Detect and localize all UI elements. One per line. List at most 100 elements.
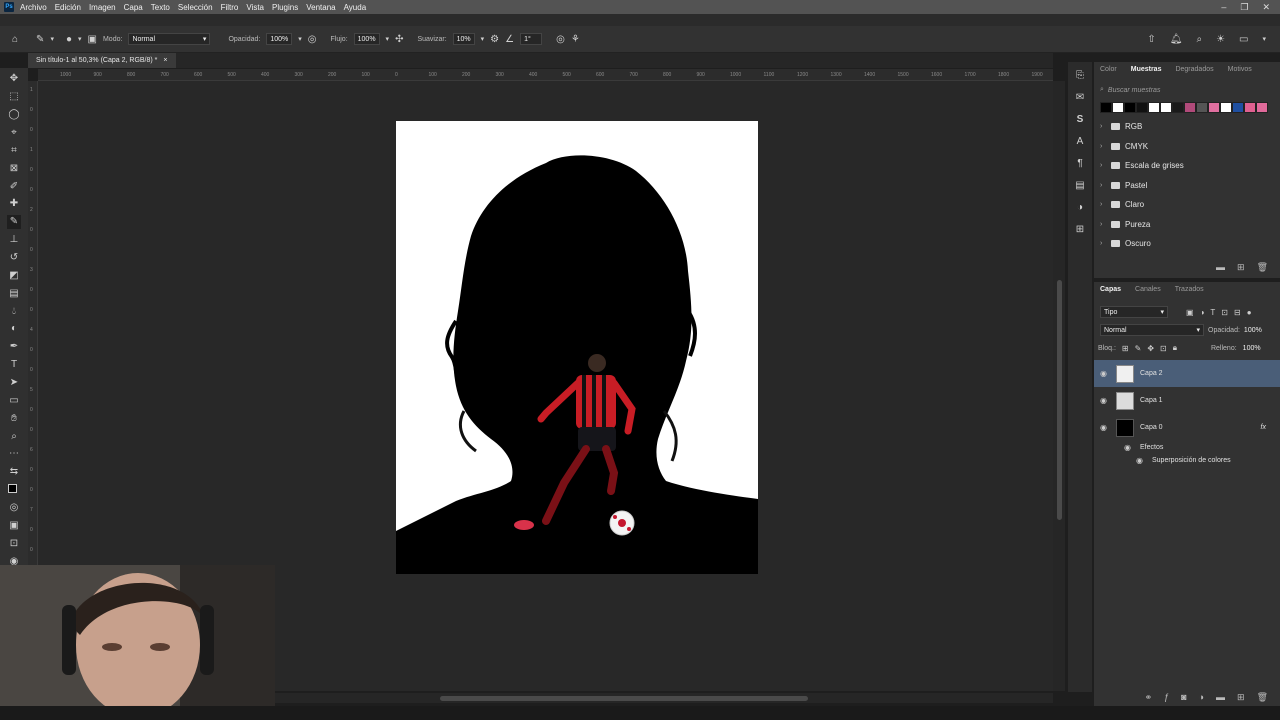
frame-tool-icon[interactable]: ⊠	[7, 161, 21, 175]
layer-fx-badge[interactable]: fx	[1261, 424, 1266, 431]
crop-tool-icon[interactable]: ⌗	[7, 143, 21, 157]
swatch-folder-claro[interactable]: › Claro	[1094, 195, 1280, 215]
filter-shape-icon[interactable]: ⊡	[1221, 308, 1228, 317]
tab-capas[interactable]: Capas	[1100, 286, 1121, 296]
menu-item-ventana[interactable]: Ventana	[306, 3, 335, 12]
blur-tool-icon[interactable]: 💧︎	[7, 304, 21, 318]
swatch-folder-cmyk[interactable]: › CMYK	[1094, 137, 1280, 157]
restore-button[interactable]: ❐	[1240, 2, 1248, 13]
color-swatch[interactable]	[1208, 102, 1220, 113]
home-icon[interactable]: ⌂	[12, 34, 18, 45]
opacity-input[interactable]: 100%	[266, 33, 293, 45]
visibility-eye-icon[interactable]: ◉	[1136, 456, 1146, 465]
chevron-down-icon[interactable]: ▾	[481, 35, 485, 43]
color-swatch[interactable]	[1136, 102, 1148, 113]
menu-item-imagen[interactable]: Imagen	[89, 3, 116, 12]
menu-item-archivo[interactable]: Archivo	[20, 3, 47, 12]
frame-view-icon[interactable]: ⊡	[7, 536, 21, 550]
libraries-panel-icon[interactable]: ▤	[1073, 178, 1087, 192]
tab-motivos[interactable]: Motivos	[1228, 66, 1252, 76]
color-swatch[interactable]	[1124, 102, 1136, 113]
bell-icon[interactable]: 🔔︎	[1170, 34, 1183, 45]
tab-degradados[interactable]: Degradados	[1175, 66, 1213, 76]
new-layer-icon[interactable]: ⊞	[1237, 692, 1245, 703]
trash-icon[interactable]: 🗑︎	[1257, 692, 1268, 703]
menu-item-vista[interactable]: Vista	[246, 3, 264, 12]
color-swatch[interactable]	[1256, 102, 1268, 113]
chevron-down-icon[interactable]: ▾	[50, 35, 54, 43]
swatch-folder-oscuro[interactable]: › Oscuro	[1094, 234, 1280, 254]
lasso-tool-icon[interactable]: ◯	[7, 108, 21, 122]
angle-input[interactable]: 1°	[520, 33, 543, 45]
layer-name[interactable]: Capa 0	[1140, 424, 1163, 431]
layer-name[interactable]: Capa 1	[1140, 397, 1163, 404]
color-swatch[interactable]	[1160, 102, 1172, 113]
lock-all-icon[interactable]: 🔒︎	[1173, 343, 1177, 353]
link-layers-icon[interactable]: ⚭	[1145, 692, 1153, 703]
move-tool-icon[interactable]: ✥	[7, 72, 21, 86]
document-canvas[interactable]	[396, 121, 758, 574]
lock-artboard-icon[interactable]: ⊡	[1160, 344, 1167, 353]
swatches-search[interactable]: ⌕ Buscar muestras	[1100, 84, 1274, 96]
stock-panel-icon[interactable]: S	[1073, 112, 1087, 126]
color-swatch[interactable]	[1172, 102, 1184, 113]
blend-mode-select[interactable]: Normal ▾	[1100, 324, 1204, 336]
color-swatch[interactable]	[1196, 102, 1208, 113]
zoom-tool-icon[interactable]: ⌕	[7, 429, 21, 443]
swatch-folder-pureza[interactable]: › Pureza	[1094, 215, 1280, 235]
marquee-tool-icon[interactable]: ⬚	[7, 90, 21, 104]
search-icon[interactable]: ⌕	[1196, 34, 1202, 45]
healing-brush-tool-icon[interactable]: ✚	[7, 197, 21, 211]
filter-pixel-icon[interactable]: ▣	[1186, 308, 1194, 317]
foreground-color-swatch[interactable]	[8, 483, 17, 493]
flow-input[interactable]: 100%	[353, 33, 380, 45]
properties-panel-icon[interactable]: ⊞	[1073, 222, 1087, 236]
gradient-tool-icon[interactable]: ▤	[7, 286, 21, 300]
add-mask-icon[interactable]: ◙	[1181, 692, 1186, 703]
tab-canales[interactable]: Canales	[1135, 286, 1161, 296]
color-swatch[interactable]	[1232, 102, 1244, 113]
menu-item-filtro[interactable]: Filtro	[221, 3, 239, 12]
brush-tool-icon[interactable]: ✎	[7, 214, 21, 229]
hand-tool-icon[interactable]: ✋︎	[7, 411, 21, 425]
filter-toggle-icon[interactable]: ●	[1247, 308, 1252, 317]
airbrush-icon[interactable]: ✣	[395, 34, 403, 45]
layer-name[interactable]: Capa 2	[1140, 370, 1163, 377]
filter-adjustment-icon[interactable]: ◑	[1200, 308, 1205, 317]
comments-panel-icon[interactable]: ✉	[1073, 90, 1087, 104]
vertical-scrollbar-thumb[interactable]	[1057, 280, 1062, 520]
lock-pixels-icon[interactable]: ✎	[1135, 344, 1142, 353]
color-swatch[interactable]	[1184, 102, 1196, 113]
tab-color[interactable]: Color	[1100, 66, 1117, 76]
gear-icon[interactable]: ⚙	[490, 34, 499, 45]
color-swatch[interactable]	[1244, 102, 1256, 113]
quick-mask-icon[interactable]: ◎	[7, 501, 21, 515]
chevron-down-icon[interactable]: ▾	[1262, 34, 1266, 45]
share-icon[interactable]: ⇧	[1147, 34, 1155, 45]
brush-icon[interactable]: ✎	[36, 34, 44, 45]
eraser-tool-icon[interactable]: ◩	[7, 268, 21, 282]
fill-value[interactable]: 100%	[1243, 345, 1261, 352]
object-selection-tool-icon[interactable]: ⌖	[7, 126, 21, 140]
lock-position-icon[interactable]: ✥	[1147, 344, 1154, 353]
brush-settings-icon[interactable]: ▣	[88, 34, 97, 45]
character-panel-icon[interactable]: A	[1073, 134, 1087, 148]
effect-row-color-overlay[interactable]: ◉ Superposición de colores	[1094, 454, 1280, 467]
color-swatch[interactable]	[1220, 102, 1232, 113]
color-swatches-icon[interactable]	[7, 483, 21, 497]
symmetry-icon[interactable]: ⚘	[571, 34, 580, 45]
chevron-down-icon[interactable]: ▾	[78, 35, 82, 43]
paragraph-panel-icon[interactable]: ¶	[1073, 156, 1087, 170]
pressure-size-icon[interactable]: ◎	[556, 34, 565, 45]
screen-mode-icon[interactable]: ▣	[7, 518, 21, 532]
layer-opacity-value[interactable]: 100%	[1244, 327, 1262, 334]
tab-muestras[interactable]: Muestras	[1131, 66, 1162, 76]
color-swatch[interactable]	[1100, 102, 1112, 113]
fx-icon[interactable]: ƒ	[1164, 692, 1169, 703]
layer-row-capa-1[interactable]: ◉ Capa 1	[1094, 387, 1280, 414]
document-tab[interactable]: Sin título-1 al 50,3% (Capa 2, RGB/8) * …	[28, 53, 176, 68]
close-button[interactable]: ✕	[1262, 2, 1270, 13]
lock-transparency-icon[interactable]: ⊞	[1122, 344, 1129, 353]
effects-row[interactable]: ◉ Efectos	[1094, 441, 1280, 454]
swatch-folder-rgb[interactable]: › RGB	[1094, 117, 1280, 137]
